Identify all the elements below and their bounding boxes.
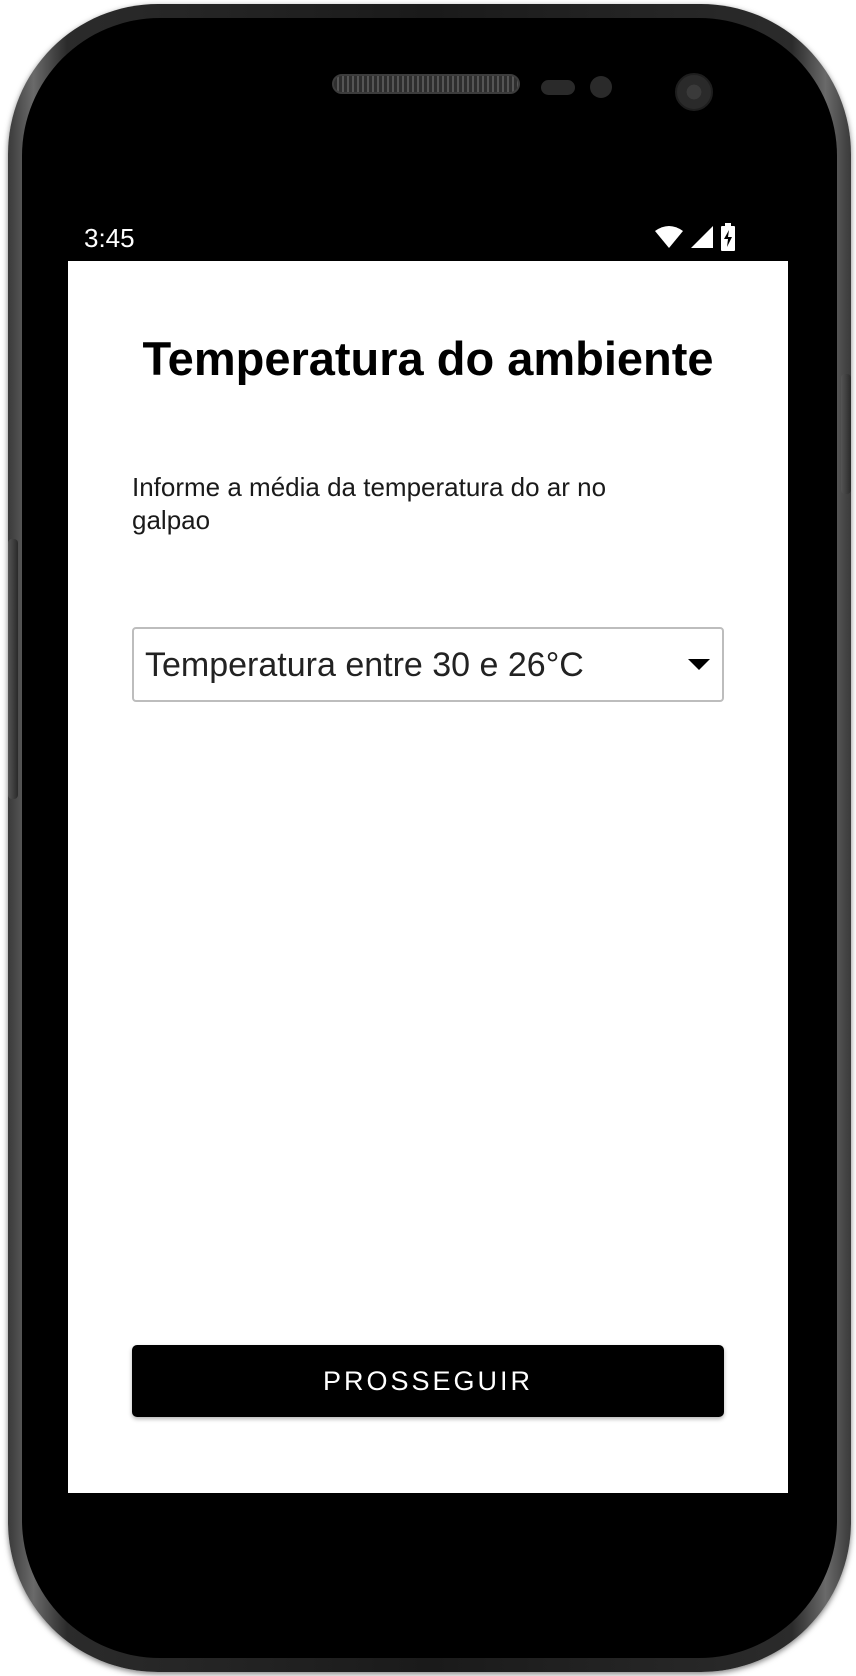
cellular-signal-icon <box>690 225 714 249</box>
status-bar: 3:45 <box>68 213 788 261</box>
front-camera <box>675 73 713 111</box>
temperature-dropdown[interactable]: Temperatura entre 30 e 26°C <box>132 627 724 702</box>
dropdown-arrow-icon <box>688 659 710 670</box>
volume-button <box>8 539 18 799</box>
wifi-icon <box>654 225 684 249</box>
battery-charging-icon <box>720 223 736 251</box>
status-icons <box>654 223 736 251</box>
instruction-text: Informe a média da temperatura do ar no … <box>132 472 607 535</box>
temperature-selected-value: Temperatura entre 30 e 26°C <box>145 646 584 684</box>
proceed-button[interactable]: PROSSEGUIR <box>132 1345 724 1417</box>
light-sensor <box>590 76 612 98</box>
earpiece-speaker <box>332 74 520 94</box>
app-screen: 3:45 Temperatura do ambiente Informe a m… <box>68 213 788 1493</box>
power-button <box>841 374 851 494</box>
proximity-sensor <box>541 80 575 95</box>
page-title: Temperatura do ambiente <box>142 332 714 385</box>
status-time: 3:45 <box>84 223 135 253</box>
main-content: Temperatura do ambiente Informe a média … <box>68 261 788 1493</box>
